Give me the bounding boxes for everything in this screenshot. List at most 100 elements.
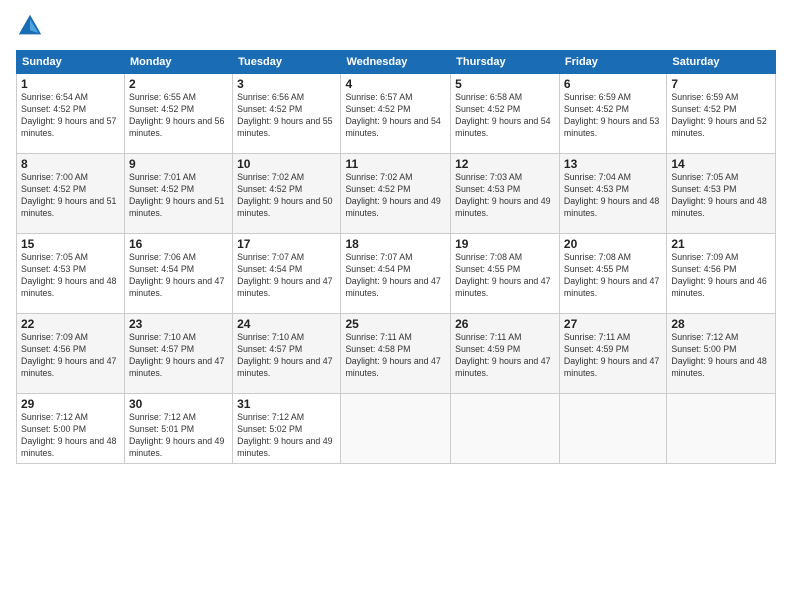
day-info: Sunrise: 7:11 AM Sunset: 4:59 PM Dayligh… (564, 332, 662, 380)
day-info: Sunrise: 7:04 AM Sunset: 4:53 PM Dayligh… (564, 172, 662, 220)
day-number: 14 (671, 157, 771, 171)
day-info: Sunrise: 7:08 AM Sunset: 4:55 PM Dayligh… (455, 252, 555, 300)
calendar-cell: 4 Sunrise: 6:57 AM Sunset: 4:52 PM Dayli… (341, 74, 451, 154)
day-info: Sunrise: 7:08 AM Sunset: 4:55 PM Dayligh… (564, 252, 662, 300)
sunset-label: Sunset: 4:54 PM (129, 264, 194, 274)
day-number: 8 (21, 157, 120, 171)
day-info: Sunrise: 7:05 AM Sunset: 4:53 PM Dayligh… (21, 252, 120, 300)
calendar-cell: 19 Sunrise: 7:08 AM Sunset: 4:55 PM Dayl… (451, 234, 560, 314)
day-number: 5 (455, 77, 555, 91)
calendar-cell: 28 Sunrise: 7:12 AM Sunset: 5:00 PM Dayl… (667, 314, 776, 394)
calendar-cell: 15 Sunrise: 7:05 AM Sunset: 4:53 PM Dayl… (17, 234, 125, 314)
daylight-label: Daylight: 9 hours and 48 minutes. (21, 276, 116, 298)
sunrise-label: Sunrise: 6:59 AM (671, 92, 738, 102)
daylight-label: Daylight: 9 hours and 49 minutes. (129, 436, 224, 458)
calendar-cell: 7 Sunrise: 6:59 AM Sunset: 4:52 PM Dayli… (667, 74, 776, 154)
sunset-label: Sunset: 4:53 PM (564, 184, 629, 194)
sunset-label: Sunset: 5:01 PM (129, 424, 194, 434)
calendar-week-row: 1 Sunrise: 6:54 AM Sunset: 4:52 PM Dayli… (17, 74, 776, 154)
daylight-label: Daylight: 9 hours and 47 minutes. (21, 356, 116, 378)
day-info: Sunrise: 7:12 AM Sunset: 5:00 PM Dayligh… (671, 332, 771, 380)
sunrise-label: Sunrise: 7:10 AM (129, 332, 196, 342)
day-number: 16 (129, 237, 228, 251)
day-info: Sunrise: 7:05 AM Sunset: 4:53 PM Dayligh… (671, 172, 771, 220)
day-number: 4 (345, 77, 446, 91)
day-number: 7 (671, 77, 771, 91)
sunset-label: Sunset: 4:55 PM (564, 264, 629, 274)
calendar-cell: 18 Sunrise: 7:07 AM Sunset: 4:54 PM Dayl… (341, 234, 451, 314)
day-info: Sunrise: 6:54 AM Sunset: 4:52 PM Dayligh… (21, 92, 120, 140)
sunrise-label: Sunrise: 6:59 AM (564, 92, 631, 102)
sunrise-label: Sunrise: 6:55 AM (129, 92, 196, 102)
day-info: Sunrise: 7:03 AM Sunset: 4:53 PM Dayligh… (455, 172, 555, 220)
sunrise-label: Sunrise: 7:03 AM (455, 172, 522, 182)
sunset-label: Sunset: 4:55 PM (455, 264, 520, 274)
sunrise-label: Sunrise: 7:09 AM (21, 332, 88, 342)
daylight-label: Daylight: 9 hours and 53 minutes. (564, 116, 659, 138)
day-info: Sunrise: 7:12 AM Sunset: 5:01 PM Dayligh… (129, 412, 228, 460)
day-number: 17 (237, 237, 336, 251)
calendar-cell: 2 Sunrise: 6:55 AM Sunset: 4:52 PM Dayli… (124, 74, 232, 154)
sunset-label: Sunset: 4:59 PM (455, 344, 520, 354)
day-number: 10 (237, 157, 336, 171)
calendar-cell: 5 Sunrise: 6:58 AM Sunset: 4:52 PM Dayli… (451, 74, 560, 154)
sunrise-label: Sunrise: 7:10 AM (237, 332, 304, 342)
day-number: 20 (564, 237, 662, 251)
day-number: 28 (671, 317, 771, 331)
sunset-label: Sunset: 4:54 PM (237, 264, 302, 274)
sunrise-label: Sunrise: 7:05 AM (21, 252, 88, 262)
daylight-label: Daylight: 9 hours and 47 minutes. (345, 356, 440, 378)
sunrise-label: Sunrise: 7:12 AM (129, 412, 196, 422)
day-info: Sunrise: 6:56 AM Sunset: 4:52 PM Dayligh… (237, 92, 336, 140)
daylight-label: Daylight: 9 hours and 47 minutes. (564, 356, 659, 378)
day-info: Sunrise: 6:58 AM Sunset: 4:52 PM Dayligh… (455, 92, 555, 140)
sunrise-label: Sunrise: 7:12 AM (21, 412, 88, 422)
day-number: 24 (237, 317, 336, 331)
calendar-cell: 23 Sunrise: 7:10 AM Sunset: 4:57 PM Dayl… (124, 314, 232, 394)
weekday-header-saturday: Saturday (667, 51, 776, 74)
calendar-cell: 11 Sunrise: 7:02 AM Sunset: 4:52 PM Dayl… (341, 154, 451, 234)
calendar-cell: 3 Sunrise: 6:56 AM Sunset: 4:52 PM Dayli… (233, 74, 341, 154)
calendar-cell: 6 Sunrise: 6:59 AM Sunset: 4:52 PM Dayli… (559, 74, 666, 154)
sunrise-label: Sunrise: 7:00 AM (21, 172, 88, 182)
calendar-cell: 22 Sunrise: 7:09 AM Sunset: 4:56 PM Dayl… (17, 314, 125, 394)
calendar-cell: 1 Sunrise: 6:54 AM Sunset: 4:52 PM Dayli… (17, 74, 125, 154)
calendar-cell: 24 Sunrise: 7:10 AM Sunset: 4:57 PM Dayl… (233, 314, 341, 394)
sunset-label: Sunset: 4:52 PM (455, 104, 520, 114)
daylight-label: Daylight: 9 hours and 46 minutes. (671, 276, 766, 298)
calendar-cell: 30 Sunrise: 7:12 AM Sunset: 5:01 PM Dayl… (124, 394, 232, 464)
daylight-label: Daylight: 9 hours and 51 minutes. (129, 196, 224, 218)
day-number: 19 (455, 237, 555, 251)
day-info: Sunrise: 7:10 AM Sunset: 4:57 PM Dayligh… (129, 332, 228, 380)
weekday-header-monday: Monday (124, 51, 232, 74)
daylight-label: Daylight: 9 hours and 47 minutes. (129, 276, 224, 298)
day-info: Sunrise: 7:11 AM Sunset: 4:58 PM Dayligh… (345, 332, 446, 380)
day-info: Sunrise: 7:11 AM Sunset: 4:59 PM Dayligh… (455, 332, 555, 380)
day-info: Sunrise: 7:07 AM Sunset: 4:54 PM Dayligh… (237, 252, 336, 300)
sunset-label: Sunset: 4:57 PM (237, 344, 302, 354)
page-container: SundayMondayTuesdayWednesdayThursdayFrid… (0, 0, 792, 472)
day-info: Sunrise: 6:57 AM Sunset: 4:52 PM Dayligh… (345, 92, 446, 140)
day-info: Sunrise: 7:01 AM Sunset: 4:52 PM Dayligh… (129, 172, 228, 220)
weekday-header-wednesday: Wednesday (341, 51, 451, 74)
sunset-label: Sunset: 4:58 PM (345, 344, 410, 354)
header (16, 12, 776, 40)
weekday-header-tuesday: Tuesday (233, 51, 341, 74)
sunrise-label: Sunrise: 7:07 AM (345, 252, 412, 262)
sunrise-label: Sunrise: 7:09 AM (671, 252, 738, 262)
day-number: 6 (564, 77, 662, 91)
calendar-cell: 20 Sunrise: 7:08 AM Sunset: 4:55 PM Dayl… (559, 234, 666, 314)
sunrise-label: Sunrise: 7:06 AM (129, 252, 196, 262)
calendar-cell: 27 Sunrise: 7:11 AM Sunset: 4:59 PM Dayl… (559, 314, 666, 394)
sunrise-label: Sunrise: 7:01 AM (129, 172, 196, 182)
daylight-label: Daylight: 9 hours and 48 minutes. (671, 196, 766, 218)
calendar-table: SundayMondayTuesdayWednesdayThursdayFrid… (16, 50, 776, 464)
day-number: 30 (129, 397, 228, 411)
daylight-label: Daylight: 9 hours and 55 minutes. (237, 116, 332, 138)
day-number: 1 (21, 77, 120, 91)
day-number: 31 (237, 397, 336, 411)
sunrise-label: Sunrise: 7:12 AM (237, 412, 304, 422)
calendar-cell: 17 Sunrise: 7:07 AM Sunset: 4:54 PM Dayl… (233, 234, 341, 314)
daylight-label: Daylight: 9 hours and 48 minutes. (671, 356, 766, 378)
day-number: 22 (21, 317, 120, 331)
